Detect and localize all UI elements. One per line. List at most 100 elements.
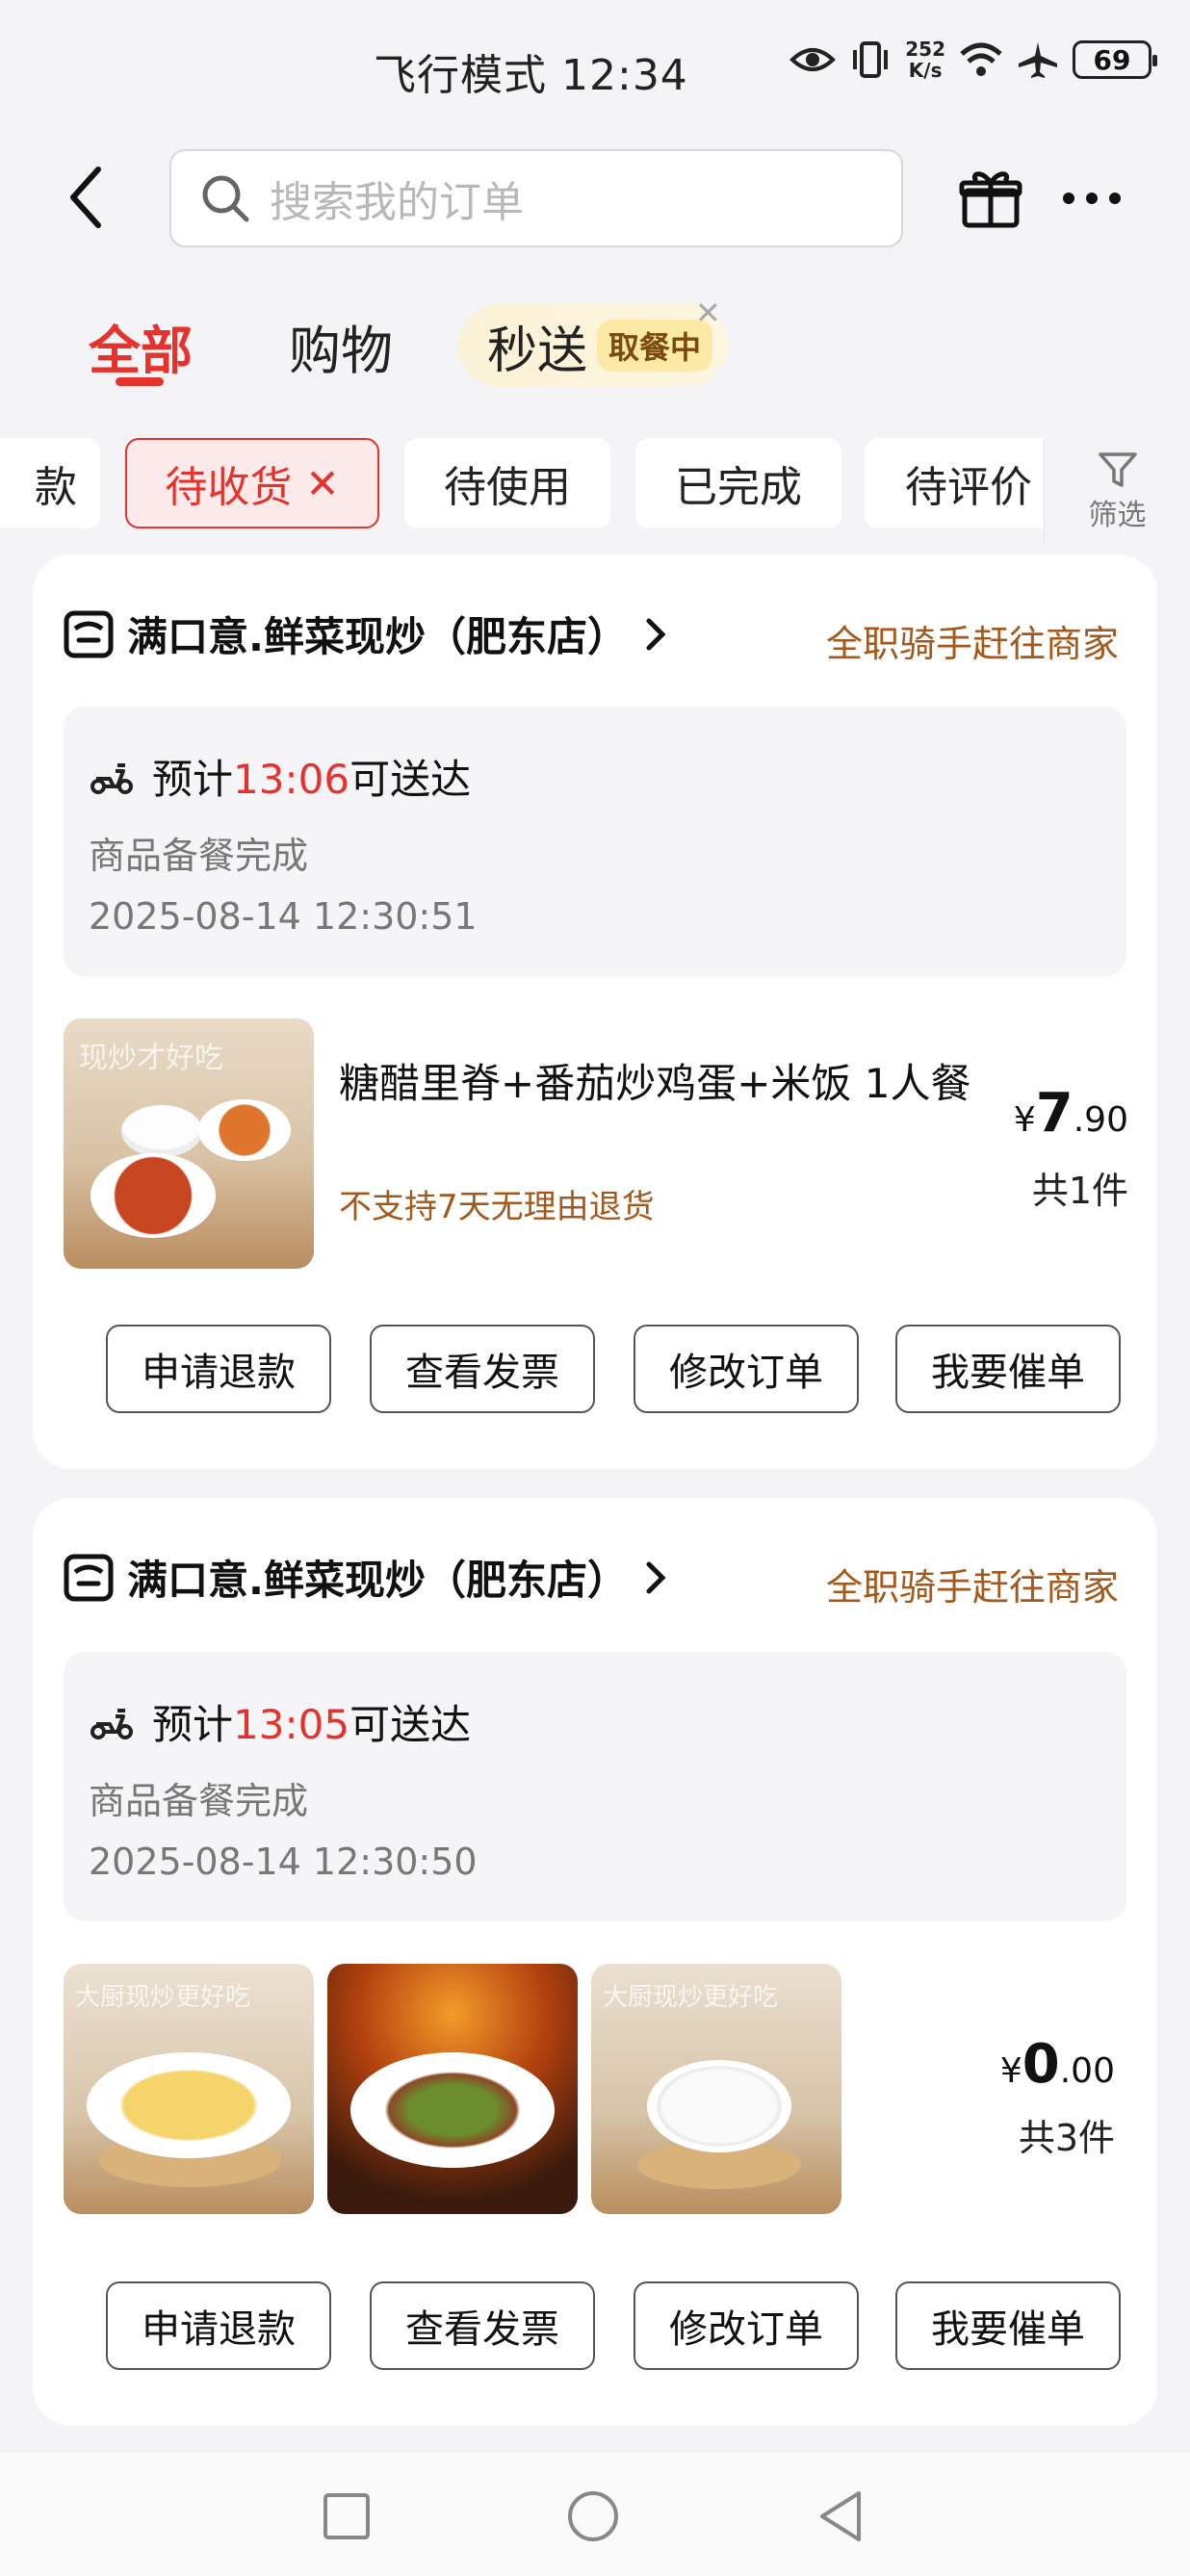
status-icons: 252 K/s 69	[789, 39, 1157, 81]
shop-link[interactable]: 满口意.鲜菜现炒（肥东店）	[64, 1548, 670, 1607]
eta-text: 预计13:05可送达	[152, 1692, 471, 1751]
tomato-egg-image	[198, 1099, 291, 1161]
chip-to-review[interactable]: 待评价	[865, 438, 1057, 528]
eta-prefix: 预计	[152, 756, 234, 803]
clear-icon[interactable]: ✕	[305, 460, 339, 507]
price-decimal: .90	[1073, 1100, 1128, 1140]
scooter-icon	[91, 762, 133, 794]
search-icon	[202, 175, 249, 222]
price-decimal: .00	[1059, 2051, 1115, 2091]
eta-suffix: 可送达	[349, 1701, 472, 1748]
urge-order-button[interactable]: 我要催单	[895, 2281, 1121, 2370]
chip-label: 款	[35, 463, 77, 512]
modify-order-button[interactable]: 修改订单	[634, 2281, 859, 2370]
delivery-status: 全职骑手赶往商家	[825, 623, 1119, 665]
shop-name: 满口意.鲜菜现炒（肥东店）	[127, 1557, 628, 1604]
shop-name: 满口意.鲜菜现炒（肥东店）	[127, 613, 628, 660]
sweet-sour-pork-image	[91, 1153, 216, 1238]
search-placeholder: 搜索我的订单	[270, 178, 524, 227]
view-invoice-button[interactable]: 查看发票	[370, 1325, 595, 1413]
wifi-icon	[960, 42, 1002, 76]
system-nav-bar	[0, 2453, 1190, 2576]
chip-label: 待使用	[444, 463, 571, 512]
tab-active-indicator	[116, 377, 164, 386]
speed-value: 252	[905, 38, 945, 61]
item-name: 糖醋里脊+番茄炒鸡蛋+米饭 1人餐	[339, 1060, 971, 1107]
home-circle-icon[interactable]	[566, 2489, 620, 2543]
delivery-info-box: 预计13:05可送达 商品备餐完成 2025-08-14 12:30:50	[64, 1652, 1126, 1921]
shop-link[interactable]: 满口意.鲜菜现炒（肥东店）	[64, 605, 670, 663]
eta-text: 预计13:06可送达	[152, 747, 471, 806]
thumb-caption: 大厨现炒更好吃	[603, 1983, 779, 2012]
eta-prefix: 预计	[152, 1701, 234, 1748]
currency-symbol: ¥	[1013, 1100, 1036, 1140]
order-card[interactable]: 满口意.鲜菜现炒（肥东店） 全职骑手赶往商家 预计13:06可送达 商品备餐完成…	[33, 554, 1157, 1469]
clock: 12:34	[561, 51, 688, 100]
filter-button[interactable]: 筛选	[1044, 438, 1190, 544]
view-invoice-button[interactable]: 查看发票	[370, 2281, 595, 2370]
chevron-right-icon	[646, 1561, 666, 1593]
chevron-right-icon	[646, 618, 666, 650]
refund-button[interactable]: 申请退款	[106, 2281, 331, 2370]
chip-to-use[interactable]: 待使用	[404, 438, 610, 528]
status-filter-chips: 款 待收货 ✕ 待使用 已完成 待评价	[0, 438, 1190, 549]
eta-row: 预计13:05可送达	[89, 1692, 471, 1751]
food-thumbnail[interactable]: 现炒才好吃	[64, 1018, 314, 1269]
eta-time: 13:05	[233, 1701, 350, 1748]
order-card[interactable]: 满口意.鲜菜现炒（肥东店） 全职骑手赶往商家 预计13:05可送达 商品备餐完成…	[33, 1498, 1157, 2426]
rice-bowl-image	[647, 2060, 791, 2152]
shop-icon	[64, 1554, 114, 1601]
shredded-potato-image	[87, 2052, 291, 2158]
prep-status: 商品备餐完成	[89, 835, 309, 877]
currency-symbol: ¥	[999, 2051, 1022, 2091]
scooter-icon	[91, 1708, 133, 1739]
price-integer: 0	[1022, 2033, 1060, 2096]
tab-miaosong-label: 秒送	[487, 322, 588, 380]
tab-all[interactable]: 全部	[89, 308, 193, 384]
order-price: ¥0.00	[1000, 2033, 1115, 2096]
chip-refund[interactable]: 款	[0, 438, 100, 528]
close-icon[interactable]: ✕	[695, 295, 721, 331]
airplane-mode-label: 飞行模式	[374, 51, 547, 100]
food-thumbnail[interactable]	[327, 1964, 578, 2214]
filter-label: 筛选	[1088, 499, 1147, 532]
prep-status: 商品备餐完成	[89, 1780, 309, 1822]
battery-indicator: 69	[1073, 40, 1157, 79]
back-triangle-icon[interactable]	[816, 2489, 867, 2543]
gift-icon[interactable]	[959, 166, 1022, 229]
back-arrow-icon[interactable]	[60, 164, 117, 231]
eta-row: 预计13:06可送达	[89, 747, 471, 806]
funnel-icon	[1098, 452, 1137, 487]
chip-pending-receipt[interactable]: 待收货 ✕	[125, 438, 379, 528]
network-speed: 252 K/s	[905, 39, 945, 81]
dot-icon	[1063, 193, 1074, 204]
chip-completed[interactable]: 已完成	[635, 438, 841, 528]
refund-button[interactable]: 申请退款	[106, 1325, 331, 1413]
food-thumbnail[interactable]: 大厨现炒更好吃	[591, 1964, 841, 2214]
thumb-caption: 现炒才好吃	[79, 1042, 223, 1075]
chip-label: 待评价	[905, 463, 1032, 512]
search-input[interactable]: 搜索我的订单	[169, 149, 903, 247]
status-bar: 飞行模式 12:34 252 K/s 69	[0, 0, 1190, 135]
airplane-icon	[1019, 42, 1057, 78]
tab-shopping[interactable]: 购物	[289, 308, 393, 384]
modify-order-button[interactable]: 修改订单	[634, 1325, 859, 1413]
rice-bowl-image	[121, 1105, 202, 1157]
recents-square-icon[interactable]	[322, 2491, 372, 2541]
dot-icon	[1109, 193, 1121, 204]
order-timestamp: 2025-08-14 12:30:50	[89, 1841, 478, 1883]
urge-order-button[interactable]: 我要催单	[895, 1325, 1121, 1413]
more-menu-button[interactable]	[1063, 193, 1121, 204]
pepper-pork-image	[350, 2052, 555, 2168]
eta-suffix: 可送达	[349, 756, 472, 803]
tab-miaosong[interactable]: 秒送 取餐中	[458, 304, 728, 387]
speed-unit: K/s	[908, 59, 943, 82]
vibrate-icon	[853, 41, 889, 78]
food-thumbnail[interactable]: 大厨现炒更好吃	[64, 1964, 314, 2214]
return-policy-note: 不支持7天无理由退货	[339, 1188, 655, 1226]
chip-label: 待收货	[165, 463, 293, 512]
delivery-info-box: 预计13:06可送达 商品备餐完成 2025-08-14 12:30:51	[64, 707, 1126, 976]
chip-label: 已完成	[675, 463, 802, 512]
price-integer: 7	[1035, 1082, 1074, 1145]
status-time-group: 飞行模式 12:34	[374, 40, 688, 102]
